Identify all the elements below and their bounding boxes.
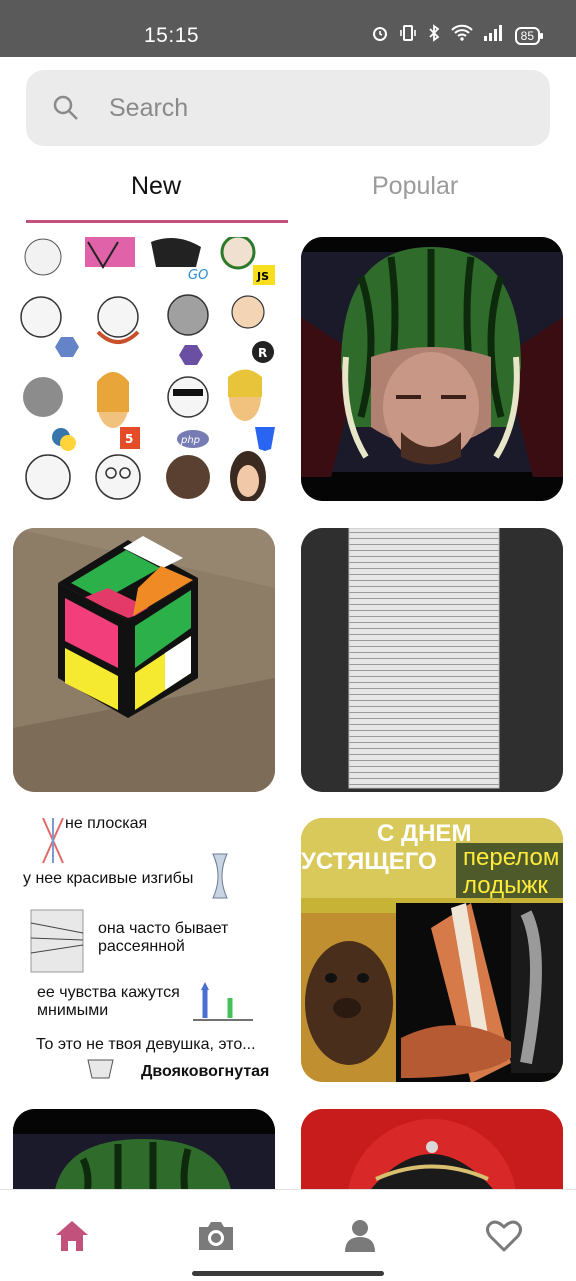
feed-item-lens-meme[interactable]: не плоская у нее красивые изгибы она час… <box>13 818 275 1082</box>
red-partial-image <box>301 1109 563 1199</box>
status-bar: 15:15 85 <box>0 0 576 57</box>
tab-popular[interactable]: Popular <box>372 172 458 201</box>
feed-item-watermelon-helmet[interactable] <box>301 237 563 501</box>
lens-meme-line-5: То это не твоя девушка, это... <box>36 1036 256 1053</box>
ankle-greeting-line-2: УСТЯЩЕГО <box>301 848 437 875</box>
ankle-greeting-line-3: перелом <box>463 844 560 871</box>
watermelon-partial-image <box>13 1109 275 1199</box>
alarm-icon <box>371 24 389 47</box>
battery-icon: 85 <box>514 26 544 45</box>
programming-memes-image: GO JS R 5 php <box>13 237 275 501</box>
feed-item-blurry-document[interactable] <box>301 528 563 792</box>
wifi-icon <box>450 24 473 47</box>
lens-meme-line-4: ее чувства кажутся мнимыми <box>37 984 180 1019</box>
svg-text:JS: JS <box>256 270 269 283</box>
ankle-greeting-line-4: лодыжк <box>463 872 548 899</box>
search-input[interactable]: Search <box>26 70 550 146</box>
active-tab-indicator <box>26 220 288 223</box>
blurry-document-image <box>301 528 563 792</box>
svg-text:GO: GO <box>188 268 208 283</box>
heart-icon[interactable] <box>484 1216 524 1256</box>
feed-item-red-partial[interactable] <box>301 1109 563 1199</box>
vibrate-icon <box>399 24 417 47</box>
lens-meme-line-1: не плоская <box>65 818 148 832</box>
tab-new[interactable]: New <box>131 172 181 201</box>
lens-meme-line-3: она часто бывает рассеянной <box>98 920 229 955</box>
feed-item-rubiks-cube[interactable] <box>13 528 275 792</box>
rubiks-cube-image <box>13 528 275 792</box>
home-indicator[interactable] <box>192 1271 384 1276</box>
feed-item-ankle-greeting[interactable]: С ДНЕМ УСТЯЩЕГО перелом лодыжк <box>301 818 563 1082</box>
watermelon-helmet-image <box>301 237 563 501</box>
svg-text:R: R <box>258 346 267 360</box>
camera-icon[interactable] <box>196 1216 236 1256</box>
status-time: 15:15 <box>144 24 200 47</box>
search-icon <box>53 95 78 120</box>
status-icons: 85 <box>371 24 544 47</box>
feed-item-programming-memes[interactable]: GO JS R 5 php <box>13 237 275 501</box>
tab-bar: New Popular <box>0 160 576 224</box>
feed-item-watermelon-partial[interactable] <box>13 1109 275 1199</box>
bottom-navigation <box>0 1189 576 1281</box>
ankle-greeting-line-1: С ДНЕМ <box>377 820 472 847</box>
signal-icon <box>483 24 505 47</box>
lens-meme-line-6: Двояковогнутая <box>141 1063 270 1080</box>
home-icon[interactable] <box>52 1216 92 1256</box>
search-placeholder: Search <box>109 94 189 122</box>
svg-text:php: php <box>180 435 200 446</box>
svg-text:5: 5 <box>125 432 133 446</box>
profile-icon[interactable] <box>340 1216 380 1256</box>
bluetooth-icon <box>427 24 441 47</box>
lens-meme-line-2: у нее красивые изгибы <box>23 870 194 887</box>
